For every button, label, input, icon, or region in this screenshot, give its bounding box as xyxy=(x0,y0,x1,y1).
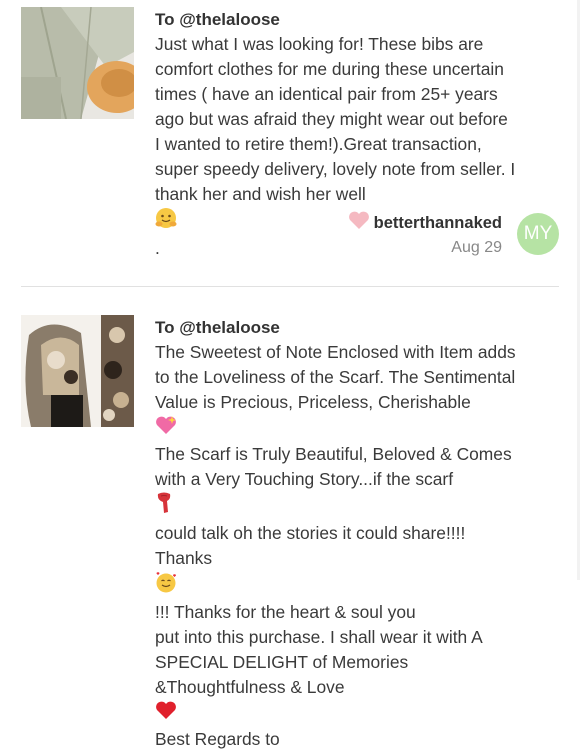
review-divider xyxy=(21,286,559,287)
reviewer-username[interactable]: betterthannaked xyxy=(348,211,502,235)
heart-icon xyxy=(348,211,370,235)
review-date: Aug 29 xyxy=(451,239,502,256)
review-recipient: To @thelaloose xyxy=(155,318,280,337)
smiling-face-hearts-icon xyxy=(155,571,570,600)
scarf-icon xyxy=(155,492,570,521)
product-thumbnail[interactable] xyxy=(21,315,134,427)
reviewer-avatar[interactable]: MY xyxy=(517,213,559,255)
red-heart-icon xyxy=(155,700,570,727)
review-comment: The Sweetest of Note Enclosed with Item … xyxy=(155,340,570,752)
sparkling-heart-icon xyxy=(155,415,570,442)
review-recipient: To @thelaloose xyxy=(155,10,280,29)
product-thumbnail[interactable] xyxy=(21,7,134,119)
reviewer-meta: betterthannaked Aug 29 xyxy=(348,211,502,257)
